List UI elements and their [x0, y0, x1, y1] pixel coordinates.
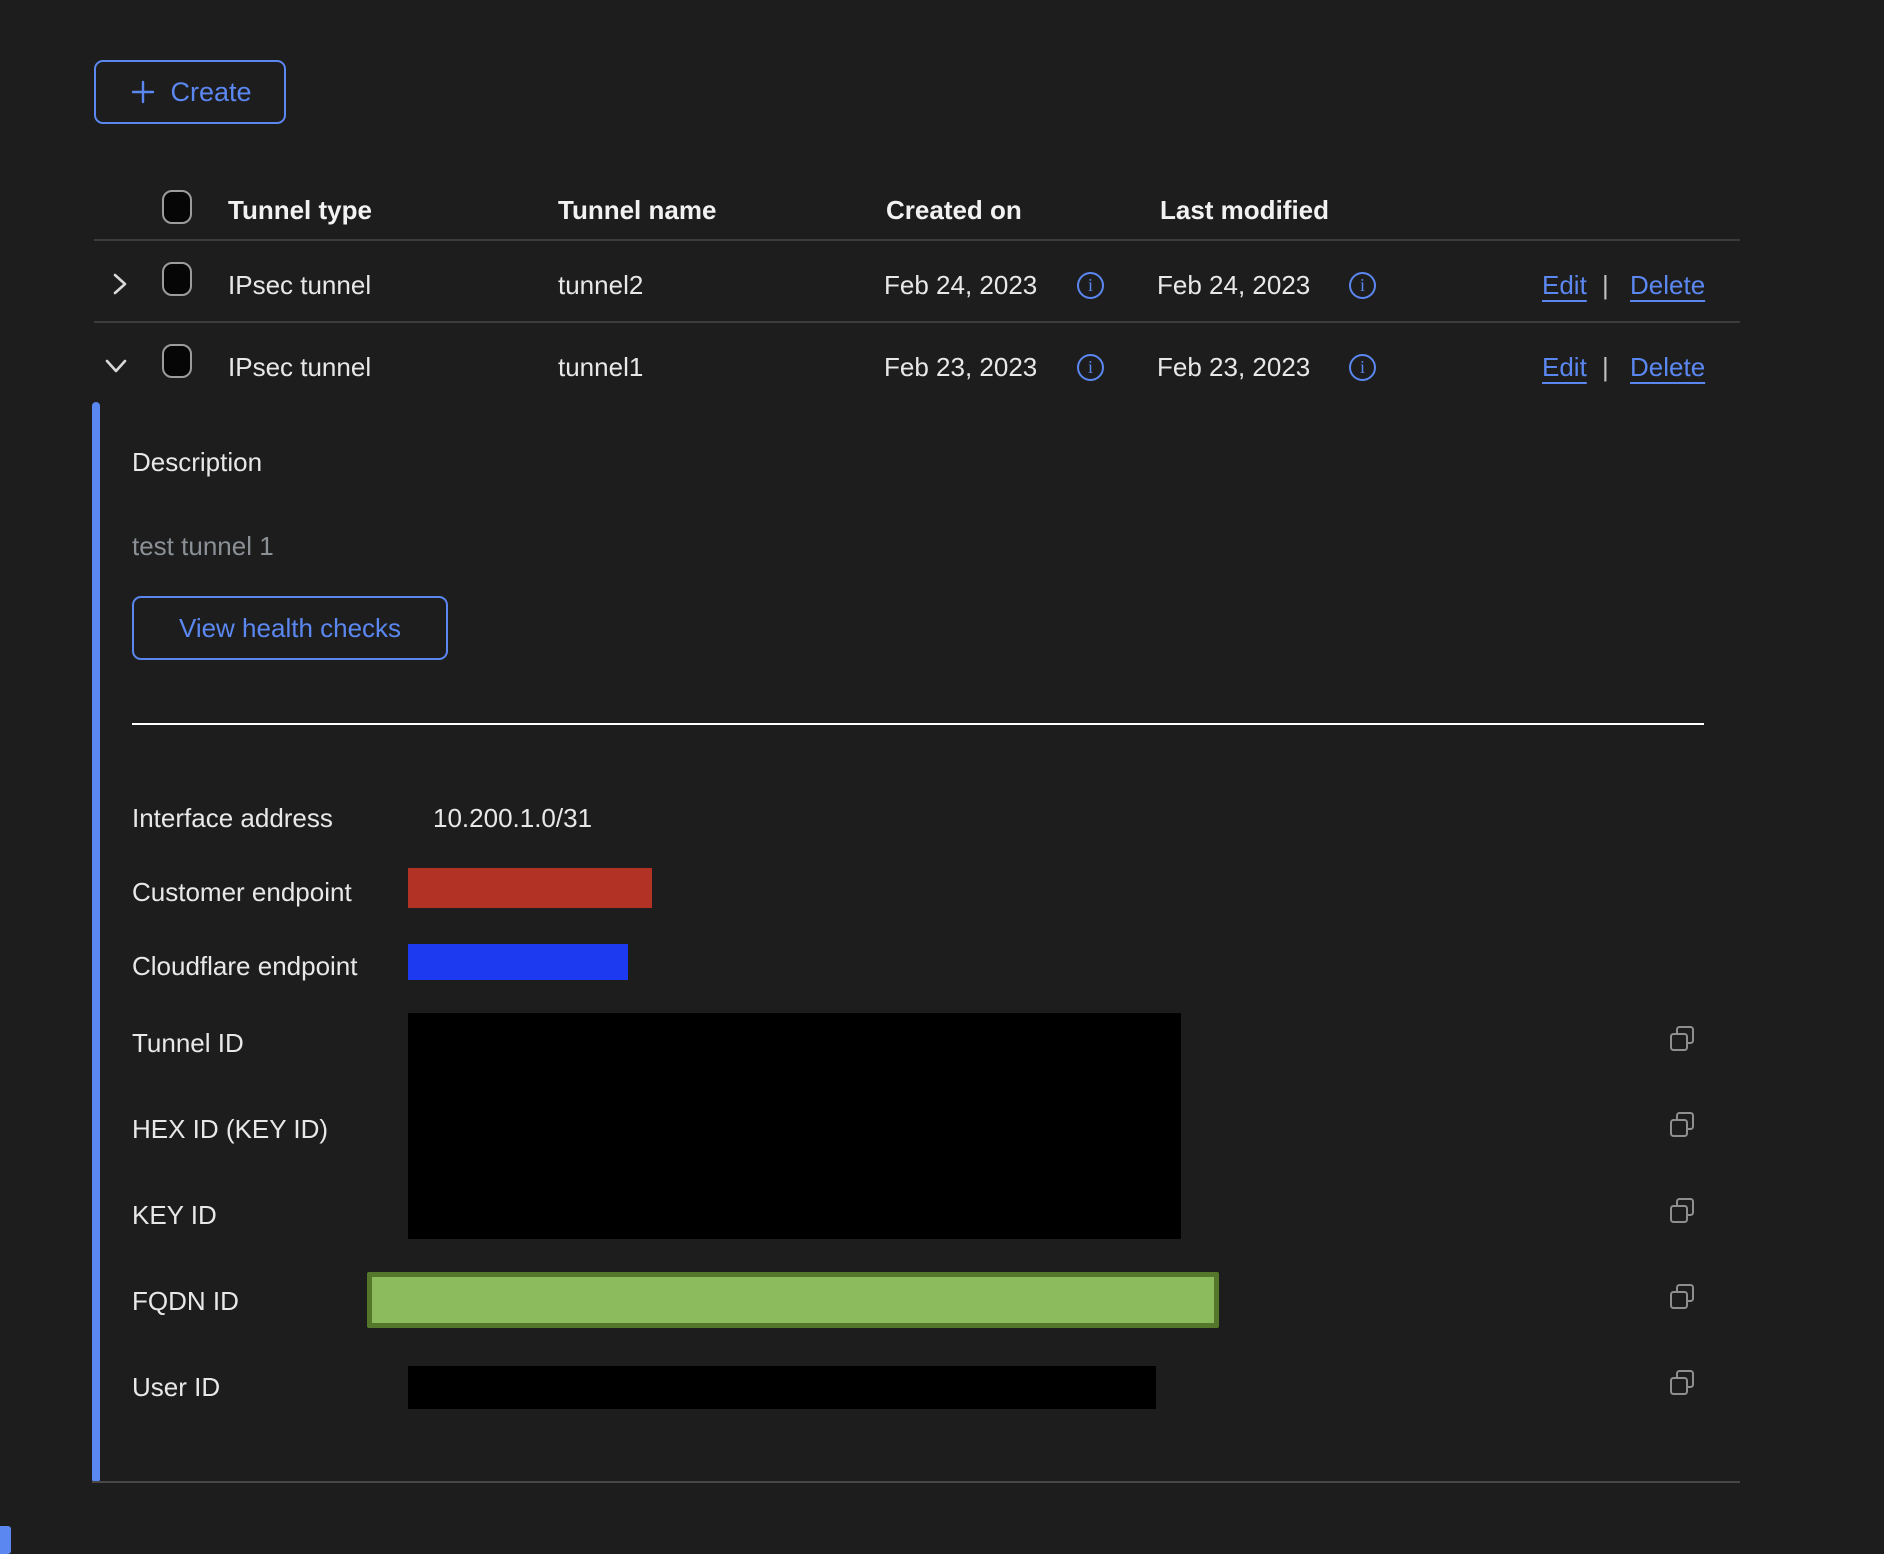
cloudflare-endpoint-label: Cloudflare endpoint — [132, 950, 358, 982]
interface-address-label: Interface address — [132, 802, 333, 834]
view-health-checks-label: View health checks — [179, 613, 401, 644]
tunnel-type-cell: IPsec tunnel — [228, 351, 371, 383]
tunnel-type-cell: IPsec tunnel — [228, 269, 371, 301]
customer-endpoint-redacted-value — [408, 868, 652, 908]
created-on-cell: Feb 23, 2023 — [884, 351, 1037, 383]
action-separator: | — [1602, 351, 1609, 383]
last-modified-cell: Feb 24, 2023 — [1157, 269, 1310, 301]
expanded-panel-accent-bar — [92, 402, 100, 1483]
tunnel-id-label: Tunnel ID — [132, 1027, 244, 1059]
copy-icon — [1667, 1282, 1697, 1312]
chevron-down-icon[interactable] — [102, 352, 130, 380]
cloudflare-endpoint-redacted-value — [408, 944, 628, 980]
column-header-created-on: Created on — [886, 194, 1022, 226]
ipsec-tunnels-page: Create Tunnel type Tunnel name Created o… — [0, 0, 1884, 1554]
tunnel-name-cell: tunnel1 — [558, 351, 643, 383]
section-divider — [132, 723, 1704, 725]
last-modified-cell: Feb 23, 2023 — [1157, 351, 1310, 383]
column-header-tunnel-name: Tunnel name — [558, 194, 716, 226]
copy-user-id-button[interactable] — [1666, 1368, 1698, 1400]
expanded-panel-bottom-divider — [92, 1481, 1740, 1483]
hex-id-label: HEX ID (KEY ID) — [132, 1113, 328, 1145]
edit-link-tunnel2[interactable]: Edit — [1542, 269, 1587, 301]
row-checkbox-tunnel1[interactable] — [162, 344, 192, 378]
description-value: test tunnel 1 — [132, 530, 274, 562]
chevron-right-icon[interactable] — [106, 270, 134, 298]
copy-key-id-button[interactable] — [1666, 1196, 1698, 1228]
info-icon[interactable]: i — [1077, 272, 1104, 299]
create-button[interactable]: Create — [94, 60, 286, 124]
info-icon[interactable]: i — [1077, 354, 1104, 381]
copy-icon — [1667, 1368, 1697, 1398]
copy-fqdn-id-button[interactable] — [1666, 1282, 1698, 1314]
created-on-cell: Feb 24, 2023 — [884, 269, 1037, 301]
tunnel-name-cell: tunnel2 — [558, 269, 643, 301]
copy-icon — [1667, 1110, 1697, 1140]
copy-icon — [1667, 1196, 1697, 1226]
copy-tunnel-id-button[interactable] — [1666, 1024, 1698, 1056]
info-icon[interactable]: i — [1349, 272, 1376, 299]
copy-icon — [1667, 1024, 1697, 1054]
header-divider — [94, 239, 1740, 241]
partial-accent-bar — [0, 1526, 11, 1554]
view-health-checks-button[interactable]: View health checks — [132, 596, 448, 660]
fqdn-id-label: FQDN ID — [132, 1285, 239, 1317]
delete-link-tunnel2[interactable]: Delete — [1630, 269, 1705, 301]
select-all-checkbox[interactable] — [162, 190, 192, 224]
tunnel-hex-key-id-redacted-values — [408, 1013, 1181, 1239]
action-separator: | — [1602, 269, 1609, 301]
customer-endpoint-label: Customer endpoint — [132, 876, 352, 908]
interface-address-value: 10.200.1.0/31 — [433, 802, 592, 834]
delete-link-tunnel1[interactable]: Delete — [1630, 351, 1705, 383]
copy-hex-id-button[interactable] — [1666, 1110, 1698, 1142]
info-icon[interactable]: i — [1349, 354, 1376, 381]
plus-icon — [128, 77, 158, 107]
user-id-redacted-value — [408, 1366, 1156, 1409]
description-label: Description — [132, 446, 262, 478]
column-header-tunnel-type: Tunnel type — [228, 194, 372, 226]
edit-link-tunnel1[interactable]: Edit — [1542, 351, 1587, 383]
column-header-last-modified: Last modified — [1160, 194, 1329, 226]
row-divider — [94, 321, 1740, 323]
user-id-label: User ID — [132, 1371, 220, 1403]
key-id-label: KEY ID — [132, 1199, 217, 1231]
row-checkbox-tunnel2[interactable] — [162, 262, 192, 296]
fqdn-id-redacted-value — [367, 1272, 1219, 1328]
create-button-label: Create — [170, 77, 251, 108]
